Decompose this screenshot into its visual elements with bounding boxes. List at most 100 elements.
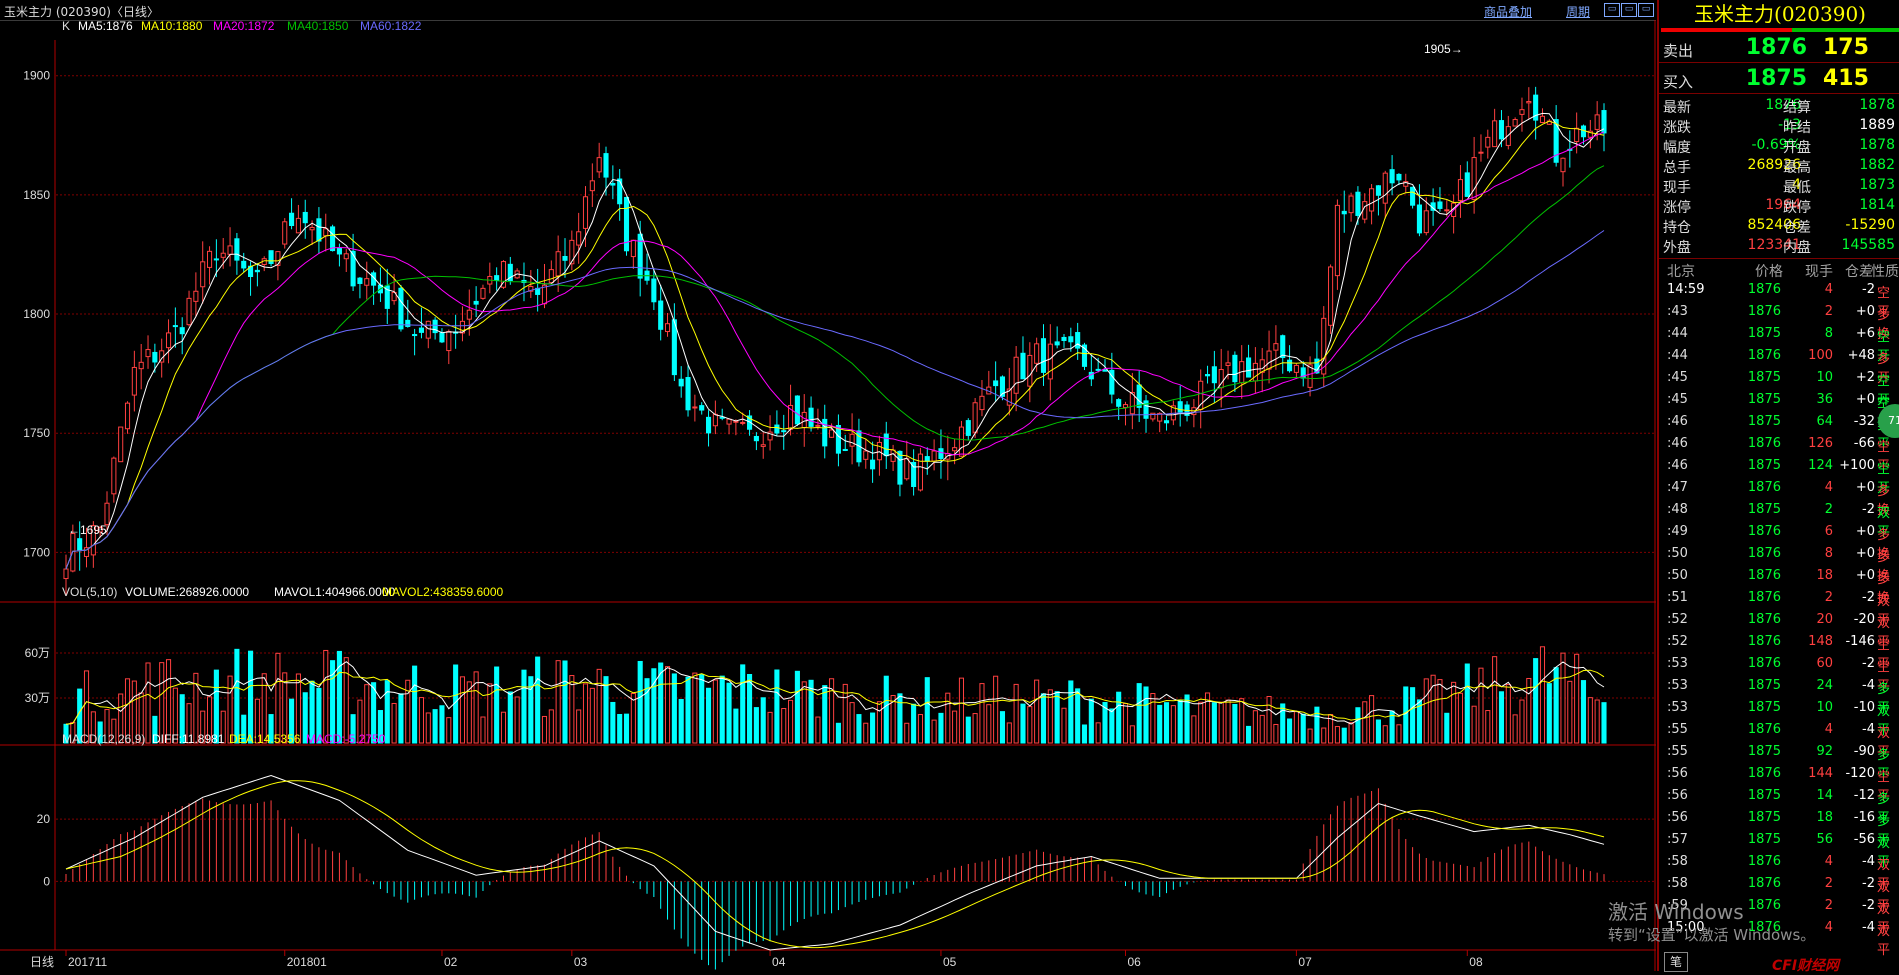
volume-bar: [931, 719, 937, 744]
candle-down: [316, 218, 322, 242]
tick-list[interactable]: 14:59 1876 4 -2 空平:43 1876 2 +0 多换:44 1875 8 +6 空开:4…: [1659, 279, 1899, 958]
tick-time: :53: [1667, 700, 1688, 715]
tick-oi-change: +100: [1839, 458, 1875, 473]
candle-up: [1369, 188, 1375, 212]
candle-up: [1519, 109, 1525, 115]
volume-bar: [671, 673, 677, 744]
tick-row[interactable]: :46 1875 124 +100 空开: [1659, 455, 1899, 496]
tick-volume: 4: [1824, 480, 1833, 495]
candle-down: [1163, 420, 1170, 424]
ma-lines: [65, 112, 1605, 570]
volume-bar: [541, 715, 548, 744]
volume-bar: [883, 675, 889, 744]
stat-label: 现手: [1663, 180, 1691, 196]
candle-down: [1246, 357, 1252, 378]
tick-row[interactable]: :50 1876 18 +0 多换: [1659, 565, 1899, 606]
tick-row[interactable]: :56 1876 144 -120 空平: [1659, 763, 1899, 804]
tick-row[interactable]: :51 1876 2 -2 双平: [1659, 587, 1899, 628]
candle-down: [938, 448, 944, 459]
volume-bar: [1437, 679, 1443, 744]
tick-row[interactable]: :50 1876 8 +0 多换: [1659, 543, 1899, 584]
tick-row[interactable]: :52 1876 20 -20 双平: [1659, 609, 1899, 650]
tick-row[interactable]: :56 1875 14 -12 多平: [1659, 785, 1899, 826]
tick-row[interactable]: :45187536+0空换: [1659, 389, 1899, 430]
candle-down: [1061, 336, 1067, 341]
tick-row[interactable]: :53 1875 10 -10 双平: [1659, 697, 1899, 738]
stat-label: 结算: [1783, 100, 1811, 116]
volume-bar: [405, 679, 411, 744]
tick-row[interactable]: :44 1876 100 +48 多开: [1659, 345, 1899, 386]
restore-icon[interactable]: ▭: [1638, 3, 1654, 17]
tick-row[interactable]: :47 1876 4 +0 多换: [1659, 477, 1899, 518]
tick-volume: 4: [1824, 854, 1833, 869]
volume-bar: [870, 712, 876, 744]
tick-price: 1876: [1747, 722, 1781, 737]
candle-up: [1526, 101, 1532, 104]
low-marker: ←1695: [68, 523, 107, 537]
kline-chart[interactable]: 1700175018001850190030万60万020201711 20180…: [0, 20, 1656, 971]
candle-up: [801, 411, 807, 429]
zoom-in-icon[interactable]: ▭: [1621, 3, 1637, 17]
header-time: 北京: [1667, 264, 1695, 280]
price-tick-label: 1900: [23, 69, 50, 83]
volume-bar: [692, 672, 698, 744]
candle-up: [589, 180, 595, 192]
tick-volume: 126: [1808, 436, 1833, 451]
tick-row[interactable]: :46187564-32多平: [1659, 411, 1899, 452]
volume-bar: [1539, 646, 1546, 744]
tick-volume: 124: [1808, 458, 1833, 473]
tick-row[interactable]: :46 1876 126 -66 空平: [1659, 433, 1899, 474]
tick-row[interactable]: :48 1875 2 -2 双平: [1659, 499, 1899, 540]
tick-row[interactable]: :52 1876 148 -146 空平: [1659, 631, 1899, 672]
tick-row[interactable]: :57 1875 56 -56 双平: [1659, 829, 1899, 870]
tick-tab[interactable]: 笔: [1664, 952, 1688, 972]
diff-line: [65, 774, 1605, 951]
candle-down: [1177, 401, 1183, 413]
candle-up: [1457, 179, 1464, 201]
candle-up: [876, 441, 882, 461]
tick-row[interactable]: :43 1876 2 +0 多换: [1659, 301, 1899, 342]
tick-row[interactable]: :53 1875 24 -4 多平: [1659, 675, 1899, 716]
volume-bar: [1088, 698, 1094, 744]
volume-bar: [911, 703, 917, 744]
tick-row[interactable]: :55 1875 92 -90 多平: [1659, 741, 1899, 782]
volume-bar: [1075, 688, 1081, 744]
stats-row: 外盘 123341 内盘 145585: [1659, 236, 1899, 256]
candle-down: [1102, 369, 1108, 372]
candle-up: [343, 253, 349, 260]
period-link[interactable]: 周期: [1566, 3, 1590, 20]
volume-bar: [569, 675, 575, 744]
tick-time: 14:59: [1667, 282, 1705, 297]
zoom-out-icon[interactable]: ▭: [1604, 3, 1620, 17]
tick-time: :45: [1667, 370, 1688, 385]
ask-price: 1876: [1745, 35, 1807, 60]
macd-tick-label: 0: [43, 874, 50, 888]
candle-down: [822, 418, 828, 447]
tick-volume: 36: [1816, 392, 1833, 407]
volume-bar: [1150, 693, 1156, 744]
tick-row[interactable]: :44 1875 8 +6 空开: [1659, 323, 1899, 364]
tick-row[interactable]: :56 1875 18 -16 多平: [1659, 807, 1899, 848]
tick-oi-change: -2: [1862, 876, 1875, 891]
tick-row[interactable]: :49 1876 6 +0 多换: [1659, 521, 1899, 562]
volume-bar: [1485, 710, 1491, 744]
volume-bars: [63, 646, 1607, 744]
tick-row[interactable]: :45 1875 10 +2 空开: [1659, 367, 1899, 408]
tick-price: 1875: [1747, 392, 1781, 407]
diff-value: DIFF:11.8981: [152, 732, 225, 746]
candle-down: [911, 461, 917, 487]
tick-row[interactable]: :58 1876 2 -2 双平: [1659, 873, 1899, 914]
tick-oi-change: -12: [1853, 788, 1875, 803]
tick-row[interactable]: :55 1876 4 -4 双平: [1659, 719, 1899, 760]
candle-down: [1416, 204, 1422, 234]
tick-row[interactable]: :58 1876 4 -4 双平: [1659, 851, 1899, 892]
tick-row[interactable]: :53 1876 60 -2 空平: [1659, 653, 1899, 694]
candle-up: [1293, 364, 1299, 373]
candle-down: [1232, 354, 1238, 383]
volume-bar: [1464, 663, 1470, 744]
overlay-link[interactable]: 商品叠加: [1484, 3, 1532, 20]
tick-row[interactable]: 14:59 1876 4 -2 空平: [1659, 279, 1899, 320]
volume-bar: [767, 711, 773, 744]
volume-bar: [159, 662, 165, 744]
tick-price: 1876: [1747, 656, 1781, 671]
